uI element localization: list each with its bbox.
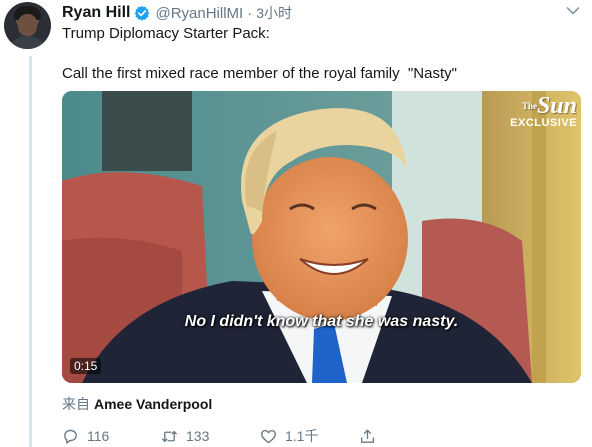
share-button[interactable]	[359, 428, 376, 445]
video-duration: 0:15	[70, 358, 102, 374]
avatar[interactable]	[4, 2, 51, 49]
reply-button[interactable]: 116	[62, 428, 161, 445]
verified-badge-icon	[134, 5, 150, 21]
tweet-text-line-2: Call the first mixed race member of the …	[62, 65, 457, 82]
video-player[interactable]: TheSun EXCLUSIVE No I didn't know that s…	[62, 91, 581, 383]
tweet-card[interactable]: Ryan Hill @RyanHillMI · 3小时 Trump Diplom…	[0, 0, 592, 447]
retweet-icon	[161, 430, 178, 442]
source-author[interactable]: Amee Vanderpool	[94, 396, 212, 412]
like-count: 1.1千	[285, 428, 319, 444]
chevron-down-icon[interactable]	[566, 6, 580, 16]
timestamp[interactable]: 3小时	[256, 3, 292, 23]
author-name[interactable]: Ryan Hill	[62, 4, 130, 22]
like-button[interactable]: 1.1千	[260, 426, 359, 446]
tweet-header: Ryan Hill @RyanHillMI · 3小时	[62, 3, 292, 23]
separator-dot: ·	[247, 4, 253, 22]
retweet-button[interactable]: 133	[161, 428, 260, 445]
the-sun-logo: TheSun EXCLUSIVE	[510, 93, 577, 129]
thread-line	[29, 56, 32, 447]
logo-main-text: TheSun	[521, 93, 577, 119]
author-handle[interactable]: @RyanHillMI	[155, 5, 243, 22]
tweet-text-line-1: Trump Diplomacy Starter Pack:	[62, 25, 270, 42]
video-subtitle: No I didn't know that she was nasty.	[184, 313, 459, 330]
retweet-count: 133	[186, 428, 210, 444]
reply-icon	[64, 429, 77, 444]
video-source: 来自 Amee Vanderpool	[62, 394, 212, 414]
like-icon	[261, 429, 276, 443]
share-icon	[360, 429, 375, 443]
logo-exclusive: EXCLUSIVE	[510, 117, 577, 129]
reply-count: 116	[87, 428, 110, 444]
tweet-actions: 116 133 1.1千	[62, 426, 376, 446]
video-frame	[62, 91, 581, 383]
source-prefix: 来自	[62, 396, 90, 412]
